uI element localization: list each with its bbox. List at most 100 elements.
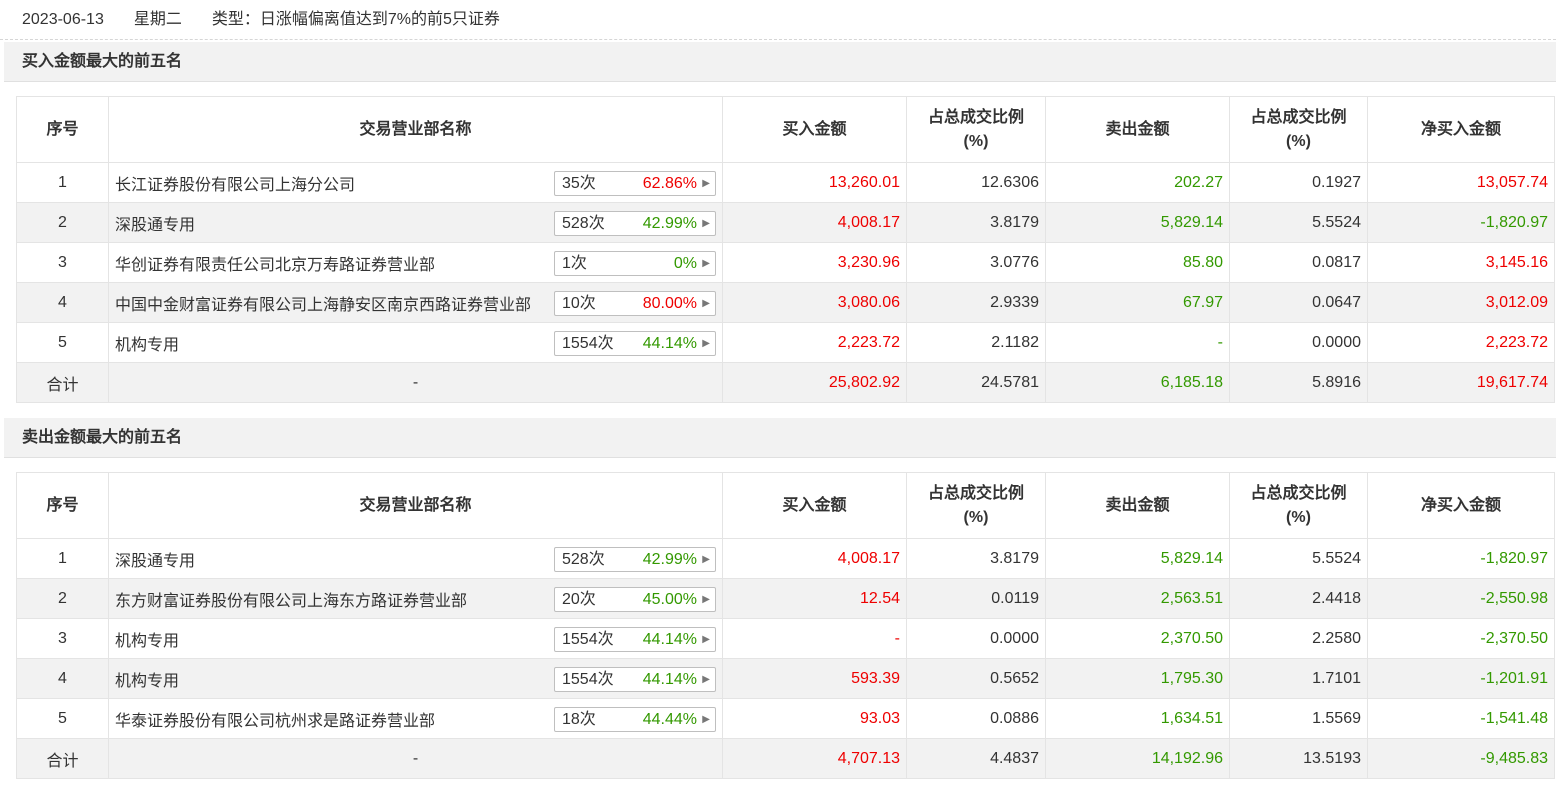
row-index: 1 [16, 162, 109, 203]
total-sell-amount: 14,192.96 [1045, 738, 1230, 779]
branch-name[interactable]: 深股通专用 [115, 547, 195, 571]
table-row[interactable]: 5 华泰证券股份有限公司杭州求是路证券营业部 18次 44.44% ▶ 93.03 0.08… [16, 698, 1555, 739]
branch-stats-button[interactable]: 528次 42.99% ▶ [554, 547, 716, 572]
sell-amount: 202.27 [1045, 162, 1230, 203]
buy-ratio: 3.8179 [906, 202, 1046, 243]
row-index: 4 [16, 658, 109, 699]
buy-amount: 3,230.96 [722, 242, 907, 283]
report-type: 类型：日涨幅偏离值达到7%的前5只证券 [211, 11, 500, 28]
buy-ratio: 0.5652 [906, 658, 1046, 699]
appearance-count: 528次 [562, 551, 605, 568]
caret-right-icon: ▶ [702, 218, 710, 229]
sell-ratio: 5.5524 [1229, 538, 1368, 579]
branch-name[interactable]: 中国中金财富证券有限公司上海静安区南京西路证券营业部 [115, 291, 531, 315]
win-rate: 44.44% [642, 711, 697, 728]
total-buy-ratio: 4.4837 [906, 738, 1046, 779]
appearance-count: 1554次 [562, 671, 614, 688]
branch-stats-button[interactable]: 1554次 44.14% ▶ [554, 627, 716, 652]
table-row[interactable]: 4 机构专用 1554次 44.14% ▶ 593.39 0.5652 1,795.30 1.7… [16, 658, 1555, 699]
total-name: - [108, 738, 723, 779]
branch-cell: 华创证券有限责任公司北京万寿路证券营业部 1次 0% ▶ [108, 242, 723, 283]
appearance-count: 1554次 [562, 631, 614, 648]
col-header-sell: 卖出金额 [1045, 96, 1230, 163]
branch-cell: 华泰证券股份有限公司杭州求是路证券营业部 18次 44.44% ▶ [108, 698, 723, 739]
col-header-buy-pct: 占总成交比例 (%) [906, 472, 1046, 539]
win-rate: 0% [673, 255, 697, 272]
total-sell-ratio: 5.8916 [1229, 362, 1368, 403]
branch-name[interactable]: 华泰证券股份有限公司杭州求是路证券营业部 [115, 707, 435, 731]
branch-stats-button[interactable]: 20次 45.00% ▶ [554, 587, 716, 612]
table-row[interactable]: 2 深股通专用 528次 42.99% ▶ 4,008.17 3.8179 5,829.14 5… [16, 202, 1555, 243]
row-index: 3 [16, 242, 109, 283]
row-index: 1 [16, 538, 109, 579]
total-label: 合计 [16, 738, 109, 779]
sell-amount: 2,370.50 [1045, 618, 1230, 659]
col-header-name: 交易营业部名称 [108, 96, 723, 163]
caret-right-icon: ▶ [702, 258, 710, 269]
branch-name[interactable]: 机构专用 [115, 667, 179, 691]
net-buy-amount: -2,550.98 [1367, 578, 1555, 619]
branch-name[interactable]: 机构专用 [115, 331, 179, 355]
table-row[interactable]: 1 长江证券股份有限公司上海分公司 35次 62.86% ▶ 13,260.01 12.63… [16, 162, 1555, 203]
sell-ratio: 1.5569 [1229, 698, 1368, 739]
branch-stats-button[interactable]: 1554次 44.14% ▶ [554, 667, 716, 692]
win-rate: 62.86% [642, 175, 697, 192]
buy-ratio: 0.0886 [906, 698, 1046, 739]
report-weekday: 星期二 [133, 11, 182, 28]
col-header-sell-pct: 占总成交比例 (%) [1229, 472, 1368, 539]
net-buy-amount: -1,541.48 [1367, 698, 1555, 739]
table-row[interactable]: 3 机构专用 1554次 44.14% ▶ -0.0000 2,370.50 2.2580 -2… [16, 618, 1555, 659]
branch-name[interactable]: 长江证券股份有限公司上海分公司 [115, 171, 355, 195]
win-rate: 80.00% [642, 295, 697, 312]
table-row[interactable]: 3 华创证券有限责任公司北京万寿路证券营业部 1次 0% ▶ 3,230.96 3.0776… [16, 242, 1555, 283]
buy-ratio: 2.1182 [906, 322, 1046, 363]
sell-amount: 5,829.14 [1045, 538, 1230, 579]
col-header-net: 净买入金额 [1367, 472, 1555, 539]
branch-name[interactable]: 深股通专用 [115, 211, 195, 235]
branch-stats-button[interactable]: 528次 42.99% ▶ [554, 211, 716, 236]
buy-amount: 13,260.01 [722, 162, 907, 203]
buy-amount: 593.39 [722, 658, 907, 699]
caret-right-icon: ▶ [702, 594, 710, 605]
branch-stats-button[interactable]: 1554次 44.14% ▶ [554, 331, 716, 356]
buy-ratio: 3.8179 [906, 538, 1046, 579]
branch-cell: 机构专用 1554次 44.14% ▶ [108, 618, 723, 659]
table-row[interactable]: 2 东方财富证券股份有限公司上海东方路证券营业部 20次 45.00% ▶ 12.54 0.… [16, 578, 1555, 619]
sell-ratio: 0.0647 [1229, 282, 1368, 323]
sell-amount: 1,634.51 [1045, 698, 1230, 739]
buy-ratio: 3.0776 [906, 242, 1046, 283]
net-buy-amount: -2,370.50 [1367, 618, 1555, 659]
appearance-count: 1次 [562, 255, 587, 272]
caret-right-icon: ▶ [702, 674, 710, 685]
buy-ratio: 0.0119 [906, 578, 1046, 619]
branch-name[interactable]: 东方财富证券股份有限公司上海东方路证券营业部 [115, 587, 467, 611]
total-sell-amount: 6,185.18 [1045, 362, 1230, 403]
row-index: 2 [16, 202, 109, 243]
branch-stats-button[interactable]: 10次 80.00% ▶ [554, 291, 716, 316]
branch-stats-button[interactable]: 1次 0% ▶ [554, 251, 716, 276]
table-row[interactable]: 5 机构专用 1554次 44.14% ▶ 2,223.72 2.1182-0.0000 2,… [16, 322, 1555, 363]
net-buy-amount: 3,012.09 [1367, 282, 1555, 323]
appearance-count: 20次 [562, 591, 596, 608]
col-header-name: 交易营业部名称 [108, 472, 723, 539]
win-rate: 44.14% [642, 335, 697, 352]
caret-right-icon: ▶ [702, 634, 710, 645]
appearance-count: 10次 [562, 295, 596, 312]
net-buy-amount: -1,201.91 [1367, 658, 1555, 699]
caret-right-icon: ▶ [702, 338, 710, 349]
branch-stats-button[interactable]: 35次 62.86% ▶ [554, 171, 716, 196]
table-row[interactable]: 4 中国中金财富证券有限公司上海静安区南京西路证券营业部 10次 80.00% ▶ 3,0… [16, 282, 1555, 323]
sell-amount: 2,563.51 [1045, 578, 1230, 619]
branch-name[interactable]: 华创证券有限责任公司北京万寿路证券营业部 [115, 251, 435, 275]
branch-name[interactable]: 机构专用 [115, 627, 179, 651]
table-row[interactable]: 1 深股通专用 528次 42.99% ▶ 4,008.17 3.8179 5,829.14 5… [16, 538, 1555, 579]
report-header: 2023-06-13 星期二 类型：日涨幅偏离值达到7%的前5只证券 [0, 0, 1556, 40]
col-header-idx: 序号 [16, 96, 109, 163]
table-header-row: 序号 交易营业部名称 买入金额 占总成交比例 (%) 卖出金额 占总成交比例 (%) 净买入金额 [16, 96, 1555, 163]
sell-amount: 1,795.30 [1045, 658, 1230, 699]
report-date: 2023-06-13 [22, 11, 104, 28]
branch-stats-button[interactable]: 18次 44.44% ▶ [554, 707, 716, 732]
branch-cell: 机构专用 1554次 44.14% ▶ [108, 658, 723, 699]
buy-ratio: 0.0000 [906, 618, 1046, 659]
appearance-count: 1554次 [562, 335, 614, 352]
